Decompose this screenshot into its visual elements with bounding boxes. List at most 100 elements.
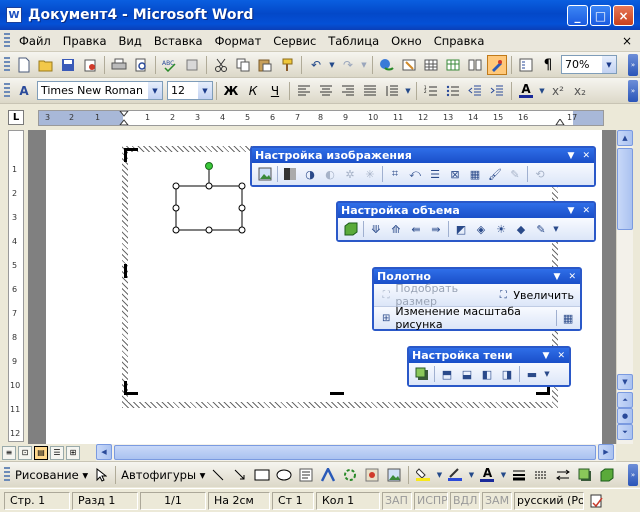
close-icon[interactable]: ✕ [557, 351, 565, 361]
research-icon[interactable] [182, 55, 202, 75]
vertical-scroll-thumb[interactable] [617, 148, 633, 230]
fill-color-dropdown-icon[interactable]: ▼ [435, 465, 443, 485]
menu-file[interactable]: Файл [13, 30, 57, 52]
less-brightness-icon[interactable]: ✳ [361, 165, 379, 183]
subscript-icon[interactable]: x₂ [570, 81, 590, 101]
fill-color-icon[interactable] [413, 465, 433, 485]
undo-icon[interactable]: ↶ [306, 55, 326, 75]
scale-drawing-button[interactable]: ⊞ Изменение масштаба рисунка [377, 305, 554, 331]
wordart-icon[interactable] [318, 465, 338, 485]
menu-insert[interactable]: Вставка [148, 30, 209, 52]
toolbar-options-icon[interactable]: ▼ [554, 272, 561, 282]
menu-view[interactable]: Вид [113, 30, 148, 52]
font-color-dropdown-icon[interactable]: ▼ [538, 81, 546, 101]
align-left-icon[interactable] [294, 81, 314, 101]
justify-icon[interactable] [360, 81, 380, 101]
spelling-status-icon[interactable] [587, 491, 607, 511]
select-objects-icon[interactable] [91, 465, 111, 485]
nudge-shadow-left-icon[interactable]: ◧ [478, 365, 496, 383]
format-object-icon[interactable]: 🖌 [486, 165, 504, 183]
status-extend[interactable]: ВДЛ [450, 491, 480, 510]
horizontal-scrollbar[interactable]: ◀ ▶ [96, 444, 616, 461]
status-language[interactable]: русский (Ро [514, 491, 584, 510]
close-icon[interactable]: ✕ [582, 206, 590, 216]
line-style-icon[interactable] [509, 465, 529, 485]
toolbar-options-icon[interactable]: » [628, 54, 638, 76]
shadow-on-off-icon[interactable] [413, 365, 431, 383]
indent-marker-icon[interactable] [119, 111, 129, 126]
italic-button[interactable]: К [243, 81, 263, 101]
font-size-select[interactable]: 12 ▼ [167, 81, 213, 100]
compress-pictures-icon[interactable]: ⊠ [446, 165, 464, 183]
redo-dropdown-icon[interactable]: ▼ [360, 55, 368, 75]
align-right-icon[interactable] [338, 81, 358, 101]
status-track-changes[interactable]: ИСПР [414, 491, 448, 510]
word-app-icon[interactable]: W [6, 7, 22, 23]
previous-page-icon[interactable]: ⏶ [617, 392, 633, 408]
tab-stop-selector[interactable]: L [8, 110, 24, 125]
shadow-style-icon[interactable] [575, 465, 595, 485]
tables-borders-icon[interactable] [399, 55, 419, 75]
arrow-icon[interactable] [230, 465, 250, 485]
toolbar-options-icon[interactable]: ▼ [568, 151, 575, 161]
scroll-left-icon[interactable]: ◀ [96, 444, 112, 460]
styles-icon[interactable]: A [14, 81, 34, 101]
less-contrast-icon[interactable]: ◐ [321, 165, 339, 183]
clip-art-icon[interactable] [362, 465, 382, 485]
direction-icon[interactable]: ◈ [472, 220, 490, 238]
tilt-left-icon[interactable]: ⇚ [407, 220, 425, 238]
shadow-color-dropdown-icon[interactable]: ▼ [543, 365, 551, 383]
normal-view-icon[interactable]: ≡ [2, 445, 16, 460]
line-color-icon[interactable] [445, 465, 465, 485]
print-layout-view-icon[interactable]: ▤ [34, 445, 48, 460]
insert-excel-icon[interactable] [443, 55, 463, 75]
nudge-shadow-down-icon[interactable]: ⬓ [458, 365, 476, 383]
chevron-down-icon[interactable]: ▼ [148, 82, 162, 99]
superscript-icon[interactable]: x² [548, 81, 568, 101]
toolbar-options-icon[interactable]: » [628, 80, 638, 102]
scroll-right-icon[interactable]: ▶ [598, 444, 614, 460]
3d-on-off-icon[interactable] [342, 220, 360, 238]
scroll-up-icon[interactable]: ▲ [617, 130, 633, 146]
toolbar-grip[interactable] [4, 56, 10, 73]
align-center-icon[interactable] [316, 81, 336, 101]
nudge-shadow-right-icon[interactable]: ◨ [498, 365, 516, 383]
depth-icon[interactable]: ◩ [452, 220, 470, 238]
canvas-crop-handle[interactable] [124, 381, 127, 395]
hyperlink-icon[interactable] [377, 55, 397, 75]
web-view-icon[interactable]: ⊡ [18, 445, 32, 460]
show-hide-icon[interactable]: ¶ [538, 55, 558, 75]
shadow-color-icon[interactable]: ▬ [523, 365, 541, 383]
underline-button[interactable]: Ч [265, 81, 285, 101]
color-icon[interactable] [281, 165, 299, 183]
more-brightness-icon[interactable]: ✲ [341, 165, 359, 183]
close-icon[interactable]: ✕ [568, 272, 576, 282]
insert-picture-icon[interactable] [384, 465, 404, 485]
copy-icon[interactable] [233, 55, 253, 75]
minimize-button[interactable]: _ [567, 5, 588, 26]
zoom-select[interactable]: 70% ▼ [561, 55, 617, 74]
fit-canvas-button[interactable]: ⛶ Подобрать размер [377, 282, 493, 308]
arrow-style-icon[interactable] [553, 465, 573, 485]
vertical-ruler[interactable]: 1 2 3 4 5 6 7 8 9 10 11 12 [8, 130, 24, 442]
menu-help[interactable]: Справка [428, 30, 491, 52]
close-icon[interactable]: ✕ [582, 151, 590, 161]
menu-edit[interactable]: Правка [57, 30, 113, 52]
save-icon[interactable] [58, 55, 78, 75]
picture-toolbar-titlebar[interactable]: Настройка изображения ▼ ✕ [252, 148, 594, 163]
next-page-icon[interactable]: ⏷ [617, 424, 633, 440]
insert-table-icon[interactable] [421, 55, 441, 75]
3d-color-dropdown-icon[interactable]: ▼ [552, 220, 560, 238]
status-record-macro[interactable]: ЗАП [382, 491, 412, 510]
tilt-up-icon[interactable]: ⟰ [387, 220, 405, 238]
text-wrapping-icon[interactable]: ▦ [466, 165, 484, 183]
toolbar-grip[interactable] [4, 82, 10, 99]
expand-canvas-button[interactable]: ⛶ Увеличить [493, 286, 577, 304]
toolbar-grip[interactable] [4, 466, 10, 483]
reading-view-icon[interactable]: ⊞ [66, 445, 80, 460]
document-close-icon[interactable]: × [622, 34, 632, 48]
toolbar-options-icon[interactable]: ▼ [568, 206, 575, 216]
undo-dropdown-icon[interactable]: ▼ [328, 55, 336, 75]
selected-rectangle-shape[interactable] [166, 156, 246, 234]
canvas-crop-handle[interactable] [124, 148, 127, 162]
